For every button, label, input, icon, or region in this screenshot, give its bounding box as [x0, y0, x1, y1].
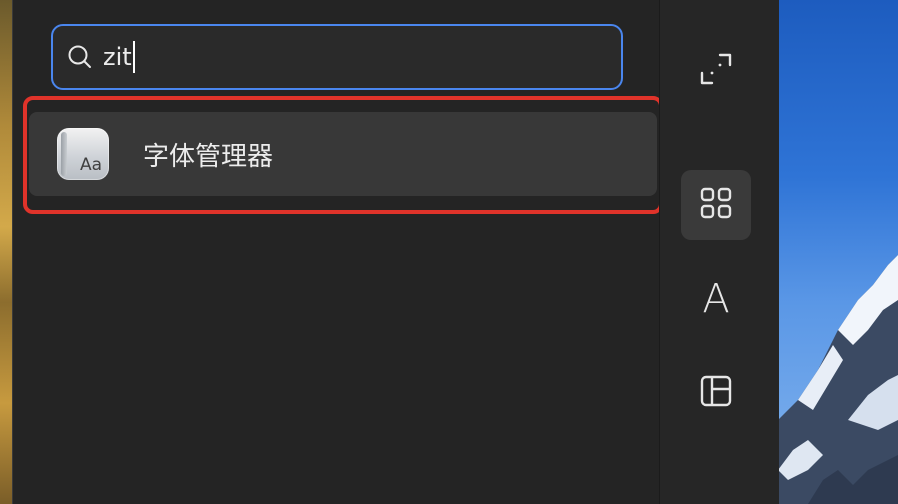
wallpaper-left	[0, 0, 12, 504]
right-rail: A	[660, 0, 779, 504]
text-caret	[132, 41, 135, 73]
layout-icon	[699, 374, 733, 412]
wallpaper-right	[778, 0, 898, 504]
screen: zit Aa 字体管理器 A	[0, 0, 898, 504]
expand-button[interactable]	[681, 36, 751, 106]
font-button[interactable]: A	[681, 264, 751, 334]
layout-button[interactable]	[681, 358, 751, 428]
grid-view-button[interactable]	[681, 170, 751, 240]
results-area: zit Aa 字体管理器	[13, 0, 663, 504]
mountain-wallpaper	[778, 255, 898, 504]
search-panel: zit Aa 字体管理器 A	[12, 0, 779, 504]
selection-highlight	[23, 96, 663, 214]
search-icon	[67, 44, 93, 70]
expand-icon	[698, 51, 734, 91]
grid-icon	[699, 186, 733, 224]
font-glyph: A	[702, 276, 730, 322]
search-input[interactable]: zit	[103, 41, 135, 73]
search-box[interactable]: zit	[51, 24, 623, 90]
search-query-text: zit	[103, 43, 132, 71]
